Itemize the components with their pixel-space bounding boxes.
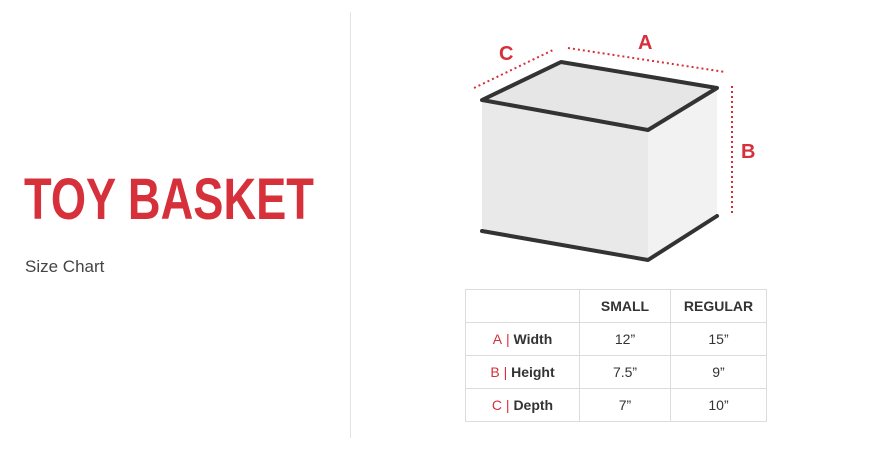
row-letter: A: [492, 331, 503, 347]
table-cell-small: 7.5”: [579, 355, 671, 389]
row-label: B | Height: [465, 355, 580, 389]
table-cell-small: 7”: [579, 388, 671, 422]
row-letter: B: [490, 364, 500, 380]
row-label: C | Depth: [465, 388, 580, 422]
row-name: Depth: [513, 397, 554, 413]
row-letter: C: [491, 397, 503, 413]
table-cell-regular: 9”: [670, 355, 767, 389]
row-label: A | Width: [465, 322, 580, 356]
row-name: Width: [513, 331, 553, 347]
row-name: Height: [511, 364, 555, 380]
table-header-row: SMALL REGULAR: [465, 289, 767, 323]
row-separator: |: [505, 331, 510, 347]
row-separator: |: [503, 364, 508, 380]
table-cell-regular: 10”: [670, 388, 767, 422]
table-row: A | Width 12” 15”: [465, 322, 767, 356]
size-table: SMALL REGULAR A | Width 12” 15” B | Heig…: [465, 289, 767, 422]
row-separator: |: [505, 397, 510, 413]
dimension-label-a: A: [638, 32, 652, 54]
table-row: C | Depth 7” 10”: [465, 388, 767, 422]
table-header-cell: [465, 289, 580, 323]
table-cell-small: 12”: [579, 322, 671, 356]
table-header-cell: SMALL: [579, 289, 671, 323]
table-row: B | Height 7.5” 9”: [465, 355, 767, 389]
dimension-label-c: C: [499, 43, 513, 65]
table-header-cell: REGULAR: [670, 289, 767, 323]
table-cell-regular: 15”: [670, 322, 767, 356]
dimension-label-b: B: [741, 141, 755, 163]
